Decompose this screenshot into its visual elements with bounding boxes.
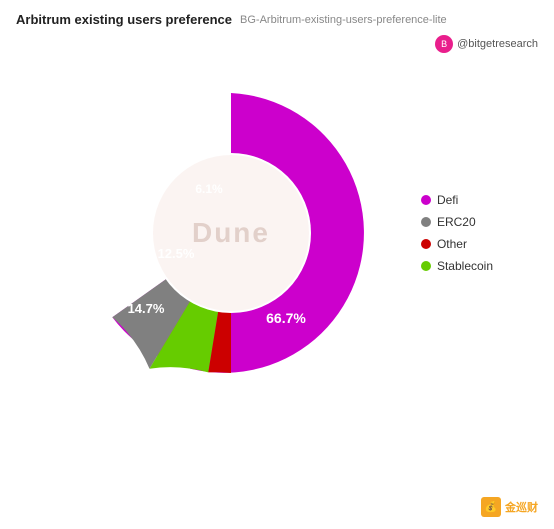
legend-item-defi: Defi xyxy=(421,193,493,207)
legend-item-erc20: ERC20 xyxy=(421,215,493,229)
donut-center-tint xyxy=(153,155,309,311)
author-avatar: B xyxy=(435,35,453,53)
chart-area: 66.7% 14.7% 12.5% 6.1% Dune Defi ERC20 xyxy=(16,63,538,403)
legend: Defi ERC20 Other Stablecoin xyxy=(421,193,493,273)
defi-legend-label: Defi xyxy=(437,193,458,207)
erc20-label: 14.7% xyxy=(128,301,165,316)
other-legend-label: Other xyxy=(437,237,467,251)
stablecoin-label: 12.5% xyxy=(158,246,195,261)
other-label: 6.1% xyxy=(195,182,223,196)
other-dot xyxy=(421,239,431,249)
watermark-text: 金巡财 xyxy=(505,499,538,515)
chart-title: Arbitrum existing users preference xyxy=(16,12,232,27)
donut-chart: 66.7% 14.7% 12.5% 6.1% Dune xyxy=(61,63,401,403)
chart-subtitle: BG-Arbitrum-existing-users-preference-li… xyxy=(240,14,447,26)
erc20-dot xyxy=(421,217,431,227)
bottom-watermark: 💰 金巡财 xyxy=(481,497,538,517)
stablecoin-legend-label: Stablecoin xyxy=(437,259,493,273)
stablecoin-dot xyxy=(421,261,431,271)
legend-item-other: Other xyxy=(421,237,493,251)
legend-item-stablecoin: Stablecoin xyxy=(421,259,493,273)
author-name: @bitgetresearch xyxy=(457,38,538,50)
author-info: B @bitgetresearch xyxy=(435,35,538,53)
defi-label: 66.7% xyxy=(266,310,306,326)
main-container: Arbitrum existing users preference BG-Ar… xyxy=(0,0,554,529)
watermark-icon: 💰 xyxy=(481,497,501,517)
defi-dot xyxy=(421,195,431,205)
erc20-legend-label: ERC20 xyxy=(437,215,476,229)
header: Arbitrum existing users preference BG-Ar… xyxy=(16,12,538,53)
donut-svg: 66.7% 14.7% 12.5% 6.1% xyxy=(61,63,401,403)
